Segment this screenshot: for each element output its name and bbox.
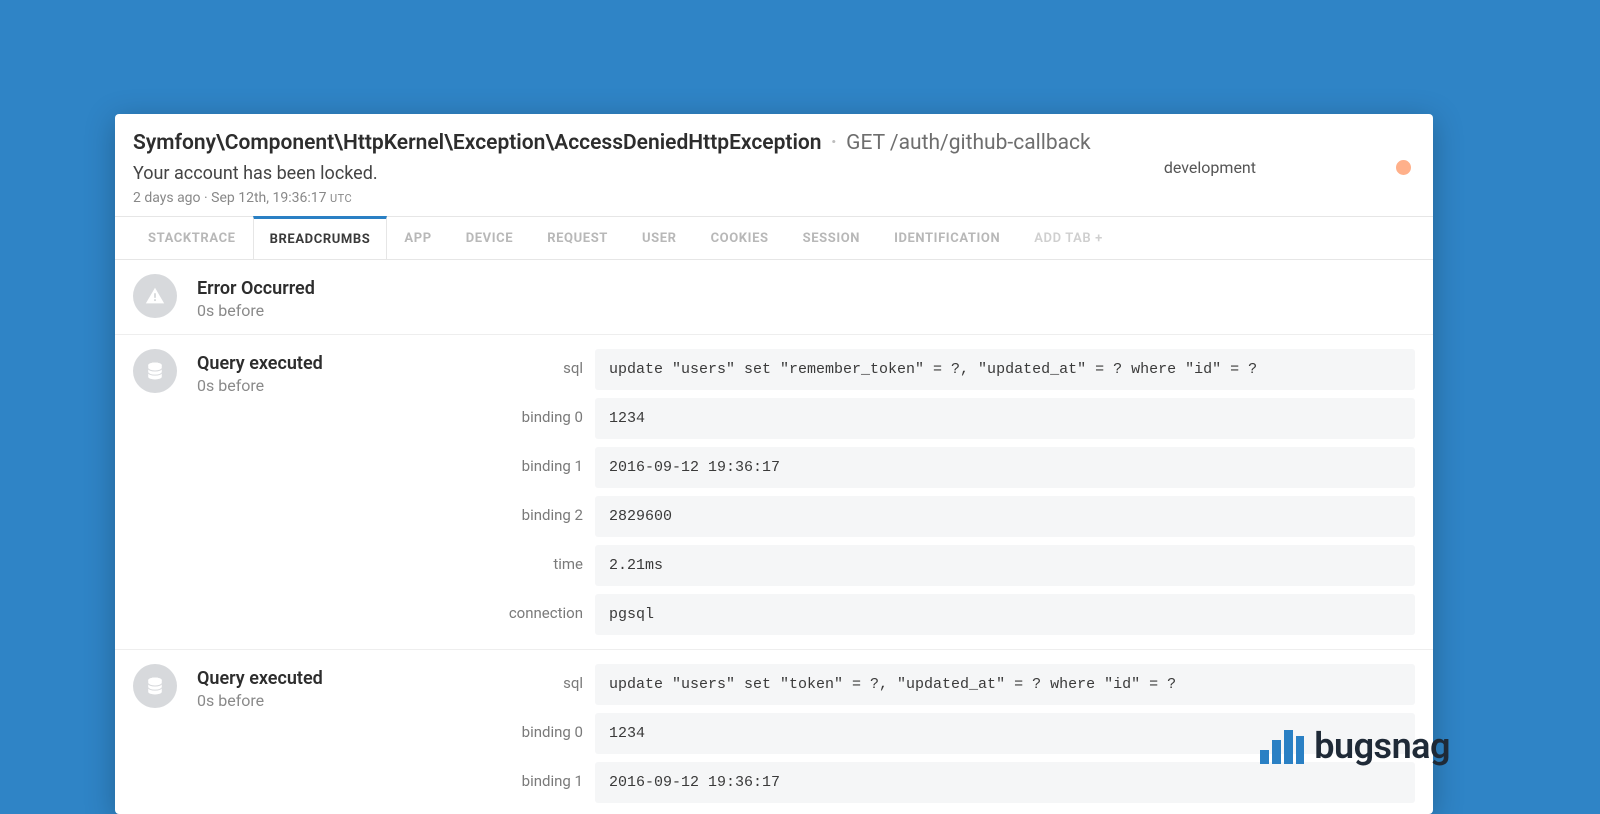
bugsnag-logo: bugsnag bbox=[1260, 725, 1450, 767]
warning-icon bbox=[133, 274, 177, 318]
detail-key: binding 0 bbox=[477, 398, 595, 439]
detail-value: update "users" set "remember_token" = ?,… bbox=[595, 349, 1415, 390]
detail-value: 1234 bbox=[595, 398, 1415, 439]
detail-row: binding 01234 bbox=[477, 398, 1415, 439]
tab-session[interactable]: SESSION bbox=[786, 217, 877, 259]
tab-device[interactable]: DEVICE bbox=[449, 217, 530, 259]
detail-key: binding 1 bbox=[477, 762, 595, 803]
detail-value: 2.21ms bbox=[595, 545, 1415, 586]
detail-row: sqlupdate "users" set "token" = ?, "upda… bbox=[477, 664, 1415, 705]
error-timestamp-line: 2 days ago · Sep 12th, 19:36:17 UTC bbox=[133, 190, 1415, 206]
detail-key: connection bbox=[477, 594, 595, 635]
database-icon bbox=[133, 664, 177, 708]
tab-add[interactable]: ADD TAB + bbox=[1017, 217, 1120, 259]
environment-label: development bbox=[1164, 158, 1256, 177]
detail-key: time bbox=[477, 545, 595, 586]
detail-value: update "users" set "token" = ?, "updated… bbox=[595, 664, 1415, 705]
request-line: GET /auth/github-callback bbox=[846, 131, 1091, 155]
error-detail-panel: Symfony\Component\HttpKernel\Exception\A… bbox=[115, 114, 1433, 814]
detail-row: time2.21ms bbox=[477, 545, 1415, 586]
detail-key: binding 1 bbox=[477, 447, 595, 488]
error-title-line: Symfony\Component\HttpKernel\Exception\A… bbox=[133, 130, 1415, 157]
breadcrumb-item: Error Occurred 0s before bbox=[115, 260, 1433, 335]
detail-value: 2016-09-12 19:36:17 bbox=[595, 762, 1415, 803]
tab-cookies[interactable]: COOKIES bbox=[694, 217, 786, 259]
detail-value: 2016-09-12 19:36:17 bbox=[595, 447, 1415, 488]
detail-value: pgsql bbox=[595, 594, 1415, 635]
detail-row: connectionpgsql bbox=[477, 594, 1415, 635]
relative-time: 2 days ago bbox=[133, 190, 201, 206]
environment-status-dot bbox=[1396, 160, 1411, 175]
detail-row: binding 12016-09-12 19:36:17 bbox=[477, 762, 1415, 803]
error-header: Symfony\Component\HttpKernel\Exception\A… bbox=[115, 114, 1433, 216]
breadcrumb-title: Query executed bbox=[197, 668, 457, 689]
breadcrumb-title: Error Occurred bbox=[197, 278, 457, 299]
tab-breadcrumbs[interactable]: BREADCRUMBS bbox=[253, 216, 388, 259]
timezone: UTC bbox=[330, 192, 352, 205]
tab-user[interactable]: USER bbox=[625, 217, 694, 259]
breadcrumb-title: Query executed bbox=[197, 353, 457, 374]
breadcrumb-item: Query executed 0s before sqlupdate "users"… bbox=[115, 335, 1433, 650]
tab-request[interactable]: REQUEST bbox=[530, 217, 625, 259]
breadcrumb-details: sqlupdate "users" set "remember_token" =… bbox=[477, 349, 1415, 635]
title-separator: · bbox=[827, 131, 841, 155]
absolute-time: Sep 12th, 19:36:17 bbox=[211, 190, 326, 206]
breadcrumb-relative-time: 0s before bbox=[197, 301, 457, 320]
database-icon bbox=[133, 349, 177, 393]
breadcrumb-relative-time: 0s before bbox=[197, 376, 457, 395]
tab-bar: STACKTRACEBREADCRUMBSAPPDEVICEREQUESTUSE… bbox=[115, 216, 1433, 260]
tab-app[interactable]: APP bbox=[387, 217, 448, 259]
bugsnag-logo-icon bbox=[1260, 728, 1304, 764]
breadcrumb-list: Error Occurred 0s before Query executed 0s … bbox=[115, 260, 1433, 814]
breadcrumb-header: Error Occurred 0s before bbox=[197, 274, 457, 320]
detail-key: sql bbox=[477, 349, 595, 390]
detail-value: 2829600 bbox=[595, 496, 1415, 537]
bugsnag-logo-text: bugsnag bbox=[1314, 725, 1450, 767]
breadcrumb-header: Query executed 0s before bbox=[197, 349, 457, 395]
breadcrumb-relative-time: 0s before bbox=[197, 691, 457, 710]
detail-row: binding 22829600 bbox=[477, 496, 1415, 537]
detail-row: sqlupdate "users" set "remember_token" =… bbox=[477, 349, 1415, 390]
exception-class: Symfony\Component\HttpKernel\Exception\A… bbox=[133, 131, 822, 155]
environment-area: development bbox=[1164, 158, 1411, 177]
tab-identification[interactable]: IDENTIFICATION bbox=[877, 217, 1017, 259]
detail-key: binding 0 bbox=[477, 713, 595, 754]
detail-key: binding 2 bbox=[477, 496, 595, 537]
breadcrumb-item: Query executed 0s before sqlupdate "users"… bbox=[115, 650, 1433, 814]
detail-row: binding 12016-09-12 19:36:17 bbox=[477, 447, 1415, 488]
detail-key: sql bbox=[477, 664, 595, 705]
breadcrumb-header: Query executed 0s before bbox=[197, 664, 457, 710]
tab-stacktrace[interactable]: STACKTRACE bbox=[131, 217, 253, 259]
